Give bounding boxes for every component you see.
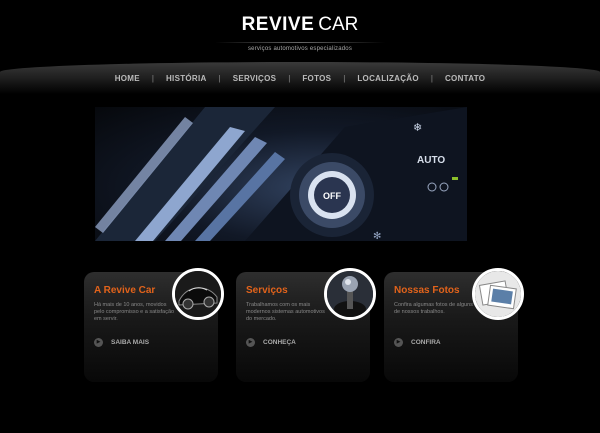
off-label: OFF — [323, 191, 341, 201]
air-vent — [95, 107, 285, 241]
car-dashboard-image: OFF AUTO ❄ ✻ — [95, 107, 467, 241]
arrow-right-icon: ▶ — [246, 338, 255, 347]
logo-normal: CAR — [318, 14, 359, 35]
card-services: Serviços Trabalhamos com os mais moderno… — [236, 268, 376, 382]
arrow-right-icon: ▶ — [94, 338, 103, 347]
nav-separator: | — [343, 74, 346, 83]
hero-banner: OFF AUTO ❄ ✻ — [95, 107, 467, 241]
fan-icon: ❄ — [413, 121, 422, 134]
tagline: serviços automotivos especializados — [247, 46, 353, 52]
car-photo-icon[interactable] — [172, 268, 224, 320]
card-title: A Revive Car — [94, 285, 156, 296]
card-link-label: CONFIRA — [411, 339, 441, 346]
nav-fotos[interactable]: FOTOS — [302, 74, 331, 83]
photos-icon[interactable] — [472, 268, 524, 320]
indicator-light — [452, 177, 458, 180]
card-about: A Revive Car Há mais de 10 anos, movidos… — [84, 268, 224, 382]
logo-divider — [215, 42, 385, 43]
nav-separator: | — [218, 74, 221, 83]
gear-shift-photo-icon[interactable] — [324, 268, 376, 320]
auto-label: AUTO — [417, 155, 445, 166]
nav-servicos[interactable]: SERVIÇOS — [233, 74, 277, 83]
nav-contato[interactable]: CONTATO — [445, 74, 485, 83]
card-link-label: CONHEÇA — [263, 339, 296, 346]
card-text: Há mais de 10 anos, movidos pelo comprom… — [94, 302, 175, 322]
fan-speed-icon: ✻ — [373, 231, 381, 241]
logo-bold: REVIVE — [241, 14, 315, 35]
nav-home[interactable]: HOME — [115, 74, 140, 83]
header: REVIVE CAR serviços automotivos especiali… — [0, 0, 600, 60]
card-title: Nossas Fotos — [394, 285, 460, 296]
nav-separator: | — [288, 74, 291, 83]
card-title: Serviços — [246, 285, 288, 296]
nav-separator: | — [151, 74, 154, 83]
card-link[interactable]: ▶ CONFIRA — [394, 338, 441, 347]
nav-historia[interactable]: HISTÓRIA — [166, 74, 207, 83]
temperature-knob: OFF — [290, 153, 374, 237]
nav-separator: | — [430, 74, 433, 83]
nav-localizacao[interactable]: LOCALIZAÇÃO — [357, 74, 419, 83]
card-photos: Nossas Fotos Confira algumas fotos de al… — [384, 268, 524, 382]
arrow-right-icon: ▶ — [394, 338, 403, 347]
card-link[interactable]: ▶ CONHEÇA — [246, 338, 296, 347]
card-text: Trabalhamos com os mais modernos sistema… — [246, 302, 325, 322]
main-nav: HOME | HISTÓRIA | SERVIÇOS | FOTOS | LOC… — [0, 74, 600, 83]
logo[interactable]: REVIVE CAR — [0, 14, 600, 36]
card-link-label: SAIBA MAIS — [111, 339, 150, 346]
card-link[interactable]: ▶ SAIBA MAIS — [94, 338, 149, 347]
card-text: Confira algumas fotos de alguns de nosso… — [394, 302, 473, 315]
